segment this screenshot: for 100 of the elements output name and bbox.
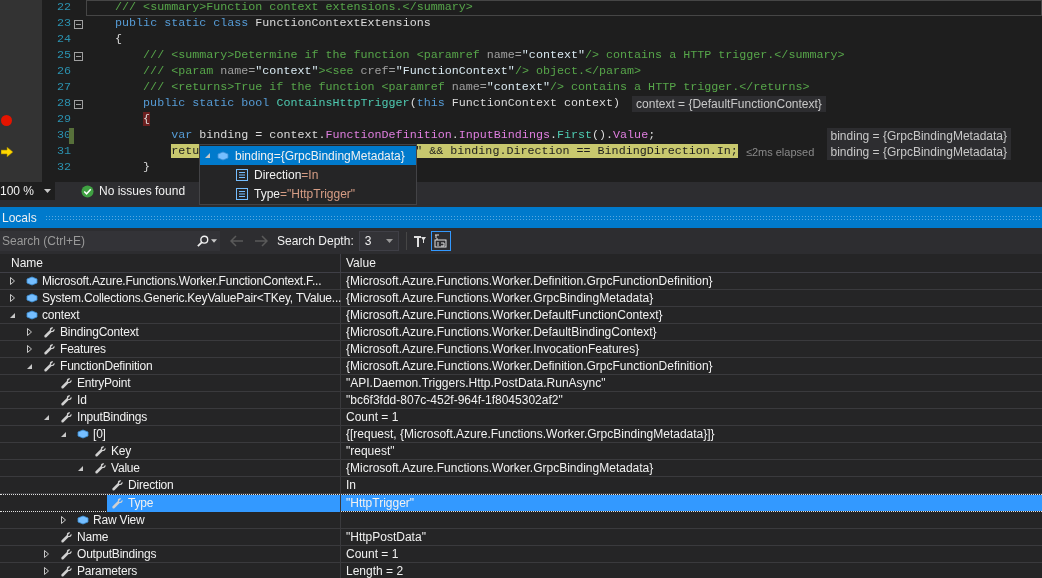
wrench-icon [94, 444, 107, 458]
code-line: /// <returns>True if the function <paramref name="context"/> contains a HTTP trigger.</returns> [142, 79, 810, 97]
variable-name[interactable]: BindingContext [39, 323, 340, 341]
object-icon [77, 515, 89, 525]
object-icon [26, 293, 38, 303]
collapsed-icon[interactable] [26, 345, 33, 353]
variable-value: Count = 1 [346, 546, 399, 563]
collapsed-icon[interactable] [60, 516, 67, 524]
table-icon [434, 234, 448, 248]
line-number: 29 [55, 111, 71, 129]
variable-value: {Microsoft.Azure.Functions.Worker.GrpcBindingMetadata} [346, 290, 654, 307]
variable-value: {Microsoft.Azure.Functions.Worker.Definition.GrpcFunctionDefinition} [346, 273, 713, 290]
expanded-icon[interactable] [60, 430, 67, 438]
wrench-icon [60, 564, 73, 578]
wrench-icon [60, 393, 73, 407]
line-number: 32 [55, 159, 71, 177]
line-number: 28 [55, 95, 71, 113]
variable-name[interactable]: EntryPoint [56, 374, 340, 392]
variable-name[interactable]: context [22, 306, 340, 324]
search-button[interactable] [194, 231, 220, 251]
raw-view-toggle[interactable] [430, 231, 451, 251]
variable-name[interactable]: FunctionDefinition [39, 357, 340, 375]
property-icon [236, 168, 248, 181]
column-header[interactable]: Value [341, 254, 1042, 272]
variable-value: "bc6f3fdd-807c-452f-964f-1f8045302af2" [346, 392, 563, 409]
variable-value: {[request, {Microsoft.Azure.Functions.Worker.GrpcBindingMetadata}]} [346, 426, 715, 443]
object-icon [26, 276, 38, 286]
variable-name[interactable]: System.Collections.Generic.KeyValuePair<TKey, TValue... [22, 289, 340, 307]
property-icon [236, 187, 248, 200]
wrench-icon [60, 530, 73, 544]
code-line: /// <summary>Determine if the function <paramref name="context"/> contains a HTTP trigger.</summary> [142, 47, 845, 65]
code-line: /// <summary>Function context extensions.</summary> [114, 0, 473, 17]
code-line: var binding = context.FunctionDefinition.InputBindings.First().Value; [170, 127, 656, 145]
search-depth-dropdown[interactable]: 3 [358, 231, 399, 251]
check-icon [81, 184, 94, 198]
zoom-dropdown[interactable]: 100 % [0, 182, 55, 200]
variable-name[interactable]: Key [90, 442, 340, 460]
variable-name[interactable]: Features [39, 340, 340, 358]
collapsed-icon[interactable] [43, 567, 50, 575]
variable-value: "HttpPostData" [346, 529, 426, 546]
variable-name[interactable]: Name [56, 528, 340, 546]
expanded-icon[interactable] [9, 311, 16, 319]
column-header[interactable]: Name [0, 254, 341, 272]
variable-value: {Microsoft.Azure.Functions.Worker.Definition.GrpcFunctionDefinition} [346, 358, 713, 375]
panel-title: Locals [2, 209, 37, 227]
wrench-icon [60, 547, 73, 561]
inline-value: binding = {GrpcBindingMetadata} [826, 144, 1011, 160]
code-line: /// <param name="context"><see cref="FunctionContext"/> object.</param> [142, 63, 642, 81]
wrench-icon [111, 496, 124, 510]
variable-name[interactable]: Microsoft.Azure.Functions.Worker.FunctionContext.F... [22, 273, 340, 290]
variable-name[interactable]: Id [56, 391, 340, 409]
inline-value: context = {DefaultFunctionContext} [632, 96, 826, 112]
variable-value: {Microsoft.Azure.Functions.Worker.InvocationFeatures} [346, 341, 640, 358]
object-icon [26, 310, 38, 320]
elapsed-label: ≤2ms elapsed [745, 144, 815, 160]
variable-value: {Microsoft.Azure.Functions.Worker.DefaultBindingContext} [346, 324, 657, 341]
wrench-icon [111, 478, 124, 492]
line-number: 26 [55, 63, 71, 81]
wrench-icon [94, 461, 107, 475]
caret-icon [385, 239, 393, 243]
variable-name[interactable]: [0] [73, 425, 340, 443]
issues-status: No issues found [99, 183, 186, 200]
variable-value: Count = 1 [346, 409, 399, 426]
variable-name[interactable]: Raw View [73, 511, 340, 529]
variable-name[interactable]: InputBindings [56, 408, 340, 426]
variable-name[interactable]: Value [90, 459, 340, 477]
collapse-icon[interactable] [74, 51, 83, 61]
line-number: 24 [55, 31, 71, 49]
datatip-row[interactable]: Direction=In [200, 165, 416, 184]
datatip-row[interactable]: Type="HttpTrigger" [200, 184, 416, 203]
variable-value: {Microsoft.Azure.Functions.Worker.GrpcBindingMetadata} [346, 460, 654, 477]
caret-icon [211, 239, 217, 243]
object-icon [77, 429, 89, 439]
search-icon [197, 235, 209, 247]
line-number: 22 [55, 0, 71, 17]
collapsed-icon[interactable] [43, 550, 50, 558]
variable-name[interactable]: Parameters [56, 562, 340, 578]
variable-value: "HttpTrigger" [346, 495, 415, 512]
expanded-icon[interactable] [26, 362, 33, 370]
collapse-icon[interactable] [74, 19, 83, 29]
variable-name[interactable]: Direction [107, 476, 340, 494]
object-icon [217, 150, 229, 161]
inline-value: binding = {GrpcBindingMetadata} [826, 128, 1011, 144]
collapse-icon[interactable] [74, 99, 83, 109]
code-line: } [142, 159, 151, 177]
variable-value: "request" [346, 443, 395, 460]
wrench-icon [60, 376, 73, 390]
expanded-icon[interactable] [43, 413, 50, 421]
variable-value: In [346, 477, 356, 494]
search-field[interactable]: Search (Ctrl+E) [0, 231, 194, 251]
datatip-row[interactable]: binding={GrpcBindingMetadata} [200, 146, 416, 165]
wrench-icon [60, 410, 73, 424]
expanded-icon[interactable] [77, 464, 84, 472]
wrench-icon [43, 359, 56, 373]
collapsed-icon[interactable] [9, 294, 16, 302]
search-depth-label: Search Depth: [277, 233, 354, 250]
collapsed-icon[interactable] [26, 328, 33, 336]
breakpoint-icon[interactable] [1, 114, 12, 126]
collapsed-icon[interactable] [9, 277, 16, 285]
variable-name[interactable]: OutputBindings [56, 545, 340, 563]
